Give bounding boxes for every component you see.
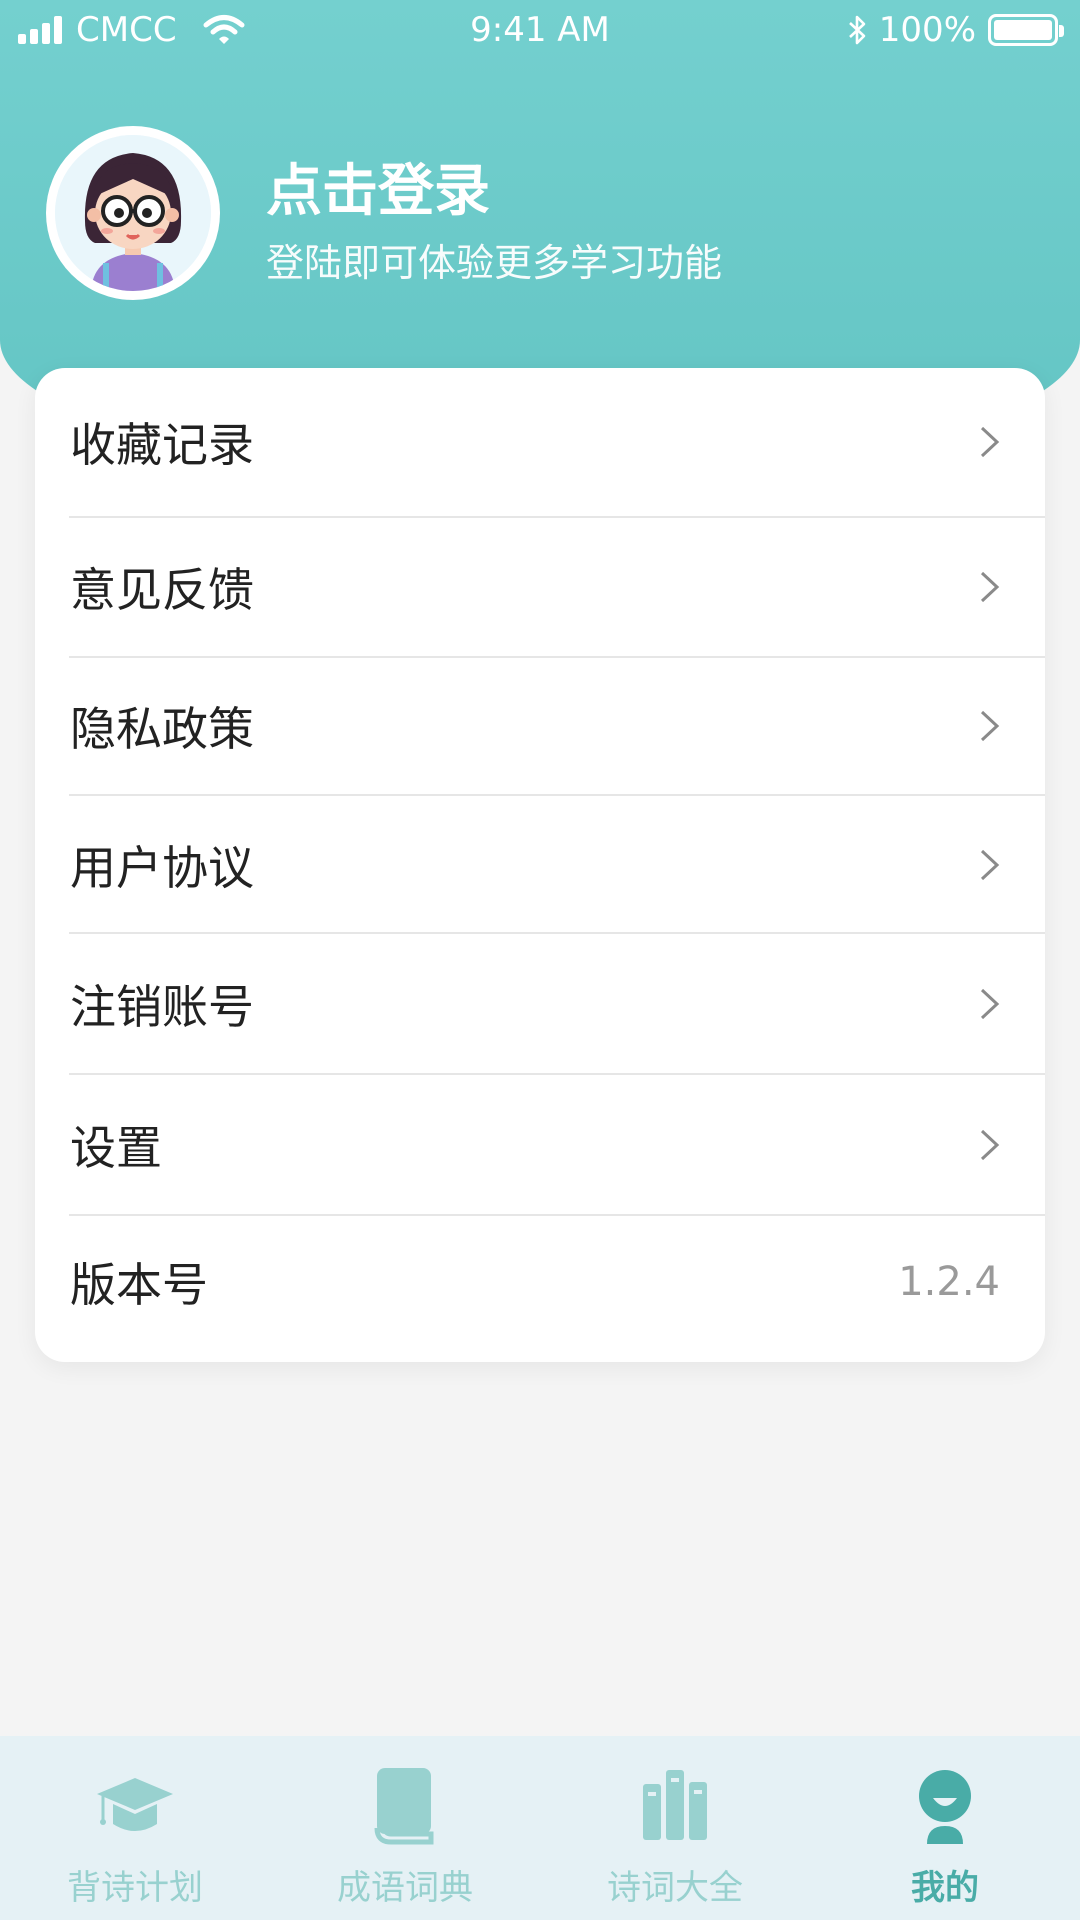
login-subtitle: 登陆即可体验更多学习功能	[266, 241, 723, 285]
chevron-right-icon	[980, 426, 1000, 458]
chevron-right-icon	[980, 571, 1000, 603]
chevron-right-icon	[980, 849, 1000, 881]
avatar[interactable]	[46, 126, 220, 300]
menu-item-label: 收藏记录	[70, 418, 254, 472]
tab-label: 成语词典	[337, 1868, 473, 1908]
battery-icon	[988, 14, 1064, 46]
menu-item-privacy[interactable]: 隐私政策	[35, 658, 1045, 794]
tab-recite-plan[interactable]: 背诗计划	[0, 1736, 270, 1920]
chevron-right-icon	[980, 710, 1000, 742]
tab-idiom-dictionary[interactable]: 成语词典	[270, 1736, 540, 1920]
menu-item-label: 意见反馈	[70, 563, 254, 617]
status-bar: CMCC 9:41 AM 100%	[0, 0, 1080, 62]
tab-label: 我的	[911, 1868, 979, 1908]
menu-item-favorites[interactable]: 收藏记录	[35, 368, 1045, 516]
tab-label: 背诗计划	[67, 1868, 203, 1908]
chevron-right-icon	[980, 1129, 1000, 1161]
menu-item-feedback[interactable]: 意见反馈	[35, 518, 1045, 656]
version-row: 版本号 1.2.4	[35, 1216, 1045, 1348]
book-icon	[374, 1768, 434, 1845]
menu-item-label: 设置	[70, 1121, 162, 1175]
menu-item-delete-account[interactable]: 注销账号	[35, 934, 1045, 1074]
tab-bar: 背诗计划 成语词典 诗词大全 我的	[0, 1736, 1080, 1920]
battery-percent: 100%	[878, 10, 976, 50]
settings-card: 收藏记录 意见反馈 隐私政策 用户协议 注销账号 设置 版本号 1.2.4	[35, 368, 1045, 1362]
tab-mine[interactable]: 我的	[810, 1736, 1080, 1920]
menu-item-agreement[interactable]: 用户协议	[35, 796, 1045, 934]
menu-item-label: 用户协议	[70, 841, 254, 895]
tab-label: 诗词大全	[607, 1868, 743, 1908]
menu-item-label: 注销账号	[70, 980, 254, 1034]
version-label: 版本号	[70, 1258, 208, 1312]
avatar-girl-icon	[55, 135, 211, 291]
tab-poetry-collection[interactable]: 诗词大全	[540, 1736, 810, 1920]
graduation-cap-icon	[97, 1778, 173, 1831]
chevron-right-icon	[980, 988, 1000, 1020]
user-icon	[919, 1770, 971, 1844]
bluetooth-icon	[848, 15, 866, 45]
menu-item-label: 隐私政策	[70, 702, 254, 756]
login-title[interactable]: 点击登录	[266, 146, 490, 227]
version-value: 1.2.4	[898, 1259, 1000, 1305]
menu-item-settings[interactable]: 设置	[35, 1075, 1045, 1215]
books-icon	[643, 1770, 707, 1840]
